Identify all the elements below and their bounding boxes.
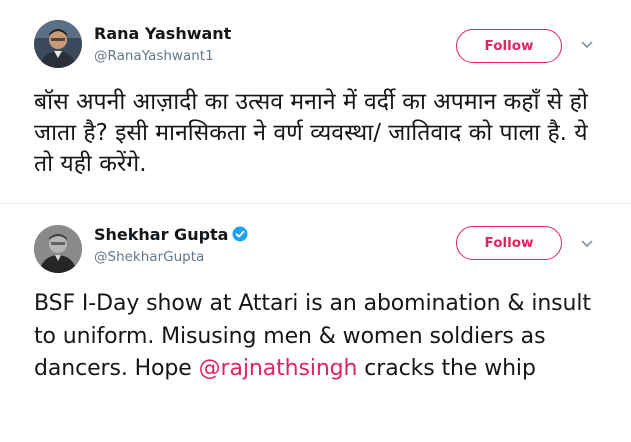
display-name: Shekhar Gupta: [94, 225, 248, 244]
display-name[interactable]: Rana Yashwant: [94, 24, 231, 43]
follow-button[interactable]: Follow: [456, 226, 562, 260]
follow-button[interactable]: Follow: [456, 29, 562, 63]
tweet-card: Rana Yashwant @RanaYashwant1 Follow बॉस …: [0, 0, 631, 204]
mention-link[interactable]: @rajnathsingh: [199, 356, 358, 381]
tweet-card: Shekhar Gupta @ShekharGupta Follow BSF I…: [0, 205, 631, 442]
chevron-down-icon[interactable]: [580, 239, 594, 249]
avatar[interactable]: [34, 20, 82, 68]
tweet-text-tail: cracks the whip: [357, 356, 536, 381]
tweet-text: BSF I-Day show at Attari is an abominati…: [34, 288, 604, 386]
verified-badge-icon: [232, 226, 248, 242]
display-name-text[interactable]: Shekhar Gupta: [94, 225, 228, 244]
user-handle[interactable]: @ShekharGupta: [94, 249, 204, 265]
avatar-photo-icon: [34, 20, 82, 68]
tweet-divider: [0, 203, 631, 204]
user-handle[interactable]: @RanaYashwant1: [94, 48, 214, 64]
chevron-down-icon[interactable]: [580, 40, 594, 50]
tweet-text: बॉस अपनी आज़ादी का उत्सव मनाने में वर्दी…: [34, 89, 596, 177]
avatar-photo-icon: [34, 225, 82, 273]
avatar[interactable]: [34, 225, 82, 273]
